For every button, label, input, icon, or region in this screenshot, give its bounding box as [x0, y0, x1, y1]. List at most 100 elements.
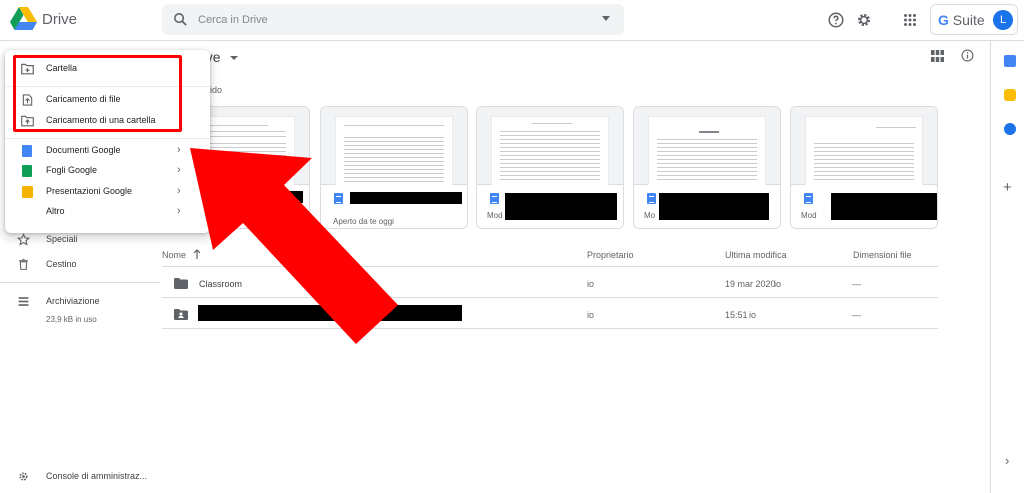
- apps-grid-icon[interactable]: [901, 11, 919, 29]
- row-divider: [162, 297, 938, 298]
- gsuite-label: G Suite: [938, 12, 985, 28]
- card-title: Mo: [644, 211, 656, 220]
- quick-access-card[interactable]: Aperto da te oggi: [320, 106, 468, 229]
- admin-gear-icon: [19, 472, 28, 481]
- annotation-highlight-box: [13, 55, 182, 132]
- menu-divider: [5, 138, 210, 139]
- tasks-icon[interactable]: [1004, 123, 1016, 135]
- column-header-name[interactable]: Nome: [162, 250, 186, 260]
- document-preview: [805, 116, 923, 185]
- redacted-block: [215, 191, 303, 203]
- chevron-right-icon: ›: [177, 144, 181, 156]
- info-icon[interactable]: [961, 49, 974, 62]
- document-preview: [648, 116, 766, 185]
- google-docs-icon: [22, 145, 32, 157]
- shared-folder-icon: [174, 309, 188, 320]
- menu-item-label: Presentazioni Google: [46, 186, 133, 196]
- calendar-icon[interactable]: [1004, 55, 1016, 67]
- card-thumbnail: [321, 107, 467, 185]
- redacted-file-name: [198, 305, 462, 321]
- table-row[interactable]: io 15:51 io —: [162, 299, 938, 329]
- storage-used-text: 23,9 kB in uso: [46, 315, 97, 324]
- file-modified-by: io: [749, 310, 757, 320]
- sidebar-divider: [0, 282, 160, 283]
- column-header-size[interactable]: Dimensioni file: [853, 250, 912, 260]
- gsuite-account-badge[interactable]: G Suite L: [930, 4, 1018, 35]
- chevron-right-icon: ›: [177, 164, 181, 176]
- menu-item-label: Documenti Google: [46, 145, 121, 155]
- menu-item-google-docs[interactable]: Documenti Google ›: [5, 141, 210, 161]
- chevron-right-icon: ›: [177, 205, 181, 217]
- google-docs-icon: [647, 193, 656, 204]
- sort-arrow-up-icon[interactable]: [193, 249, 201, 259]
- file-name: Classroom: [199, 279, 243, 289]
- sidebar-item-label: Speciali: [46, 234, 78, 244]
- column-header-owner[interactable]: Proprietario: [587, 250, 634, 260]
- sidebar-item-label: Archiviazione: [46, 296, 100, 306]
- avatar[interactable]: L: [993, 10, 1013, 30]
- quick-access-card[interactable]: Mod: [476, 106, 624, 229]
- card-thumbnail: [477, 107, 623, 185]
- row-divider: [162, 266, 938, 267]
- card-title: Mod: [801, 211, 817, 220]
- sidebar-item-starred[interactable]: Speciali: [0, 230, 160, 252]
- document-preview: [335, 116, 453, 185]
- expand-panel-chevron-icon[interactable]: ›: [1005, 453, 1009, 468]
- file-size: —: [852, 310, 861, 320]
- chevron-down-icon[interactable]: [230, 56, 238, 60]
- folder-icon: [174, 278, 188, 289]
- search-input[interactable]: [198, 10, 578, 29]
- menu-item-google-sheets[interactable]: Fogli Google ›: [5, 161, 210, 181]
- file-owner: io: [587, 279, 595, 289]
- grid-view-icon[interactable]: [931, 50, 944, 62]
- card-thumbnail: [791, 107, 937, 185]
- card-thumbnail: [634, 107, 780, 185]
- card-title: Mod: [487, 211, 503, 220]
- row-divider: [162, 328, 938, 329]
- help-icon[interactable]: [827, 11, 845, 29]
- document-preview: [491, 116, 609, 185]
- side-panel-rail: + ›: [990, 41, 1024, 493]
- column-header-modified[interactable]: Ultima modifica: [725, 250, 787, 260]
- quick-access-card[interactable]: Mod: [790, 106, 938, 229]
- sidebar-item-trash[interactable]: Cestino: [0, 255, 160, 277]
- menu-item-label: Fogli Google: [46, 165, 98, 175]
- add-addon-icon[interactable]: +: [1003, 179, 1012, 196]
- file-modified: 19 mar 2020: [725, 279, 776, 289]
- chevron-right-icon: ›: [177, 185, 181, 197]
- redacted-block: [505, 193, 617, 220]
- quick-access-card[interactable]: Mo: [633, 106, 781, 229]
- search-options-icon[interactable]: [602, 16, 610, 21]
- redacted-block: [831, 193, 937, 220]
- menu-item-more[interactable]: Altro ›: [5, 202, 210, 222]
- settings-gear-icon[interactable]: [855, 11, 873, 29]
- google-docs-icon: [490, 193, 499, 204]
- sidebar-item-admin-console[interactable]: Console di amministraz...: [0, 467, 160, 489]
- google-sheets-icon: [22, 165, 32, 177]
- file-owner: io: [587, 310, 595, 320]
- search-bar[interactable]: [162, 4, 624, 35]
- search-icon[interactable]: [172, 11, 189, 28]
- redacted-block: [659, 193, 769, 220]
- sidebar-item-label: Console di amministraz...: [46, 471, 148, 481]
- file-modified-by: io: [774, 279, 782, 289]
- sidebar-item-storage[interactable]: Archiviazione: [0, 292, 160, 314]
- google-docs-icon: [804, 193, 813, 204]
- file-size: —: [852, 279, 861, 289]
- menu-item-google-slides[interactable]: Presentazioni Google ›: [5, 182, 210, 202]
- storage-icon: [18, 297, 29, 306]
- menu-item-label: Altro: [46, 206, 65, 216]
- top-bar: Drive G Suite L: [0, 0, 1024, 41]
- sidebar-item-label: Cestino: [46, 259, 77, 269]
- trash-icon: [19, 258, 28, 270]
- file-modified: 15:51: [725, 310, 748, 320]
- star-icon: [17, 233, 30, 246]
- app-name[interactable]: Drive: [42, 11, 77, 28]
- drive-logo-icon[interactable]: [10, 7, 37, 31]
- google-docs-icon: [334, 193, 343, 204]
- card-subtitle: Aperto da te oggi: [333, 217, 394, 226]
- redacted-block: [350, 192, 462, 204]
- keep-icon[interactable]: [1004, 89, 1016, 101]
- table-row[interactable]: Classroom io 19 mar 2020 io —: [162, 268, 938, 298]
- google-slides-icon: [22, 186, 33, 198]
